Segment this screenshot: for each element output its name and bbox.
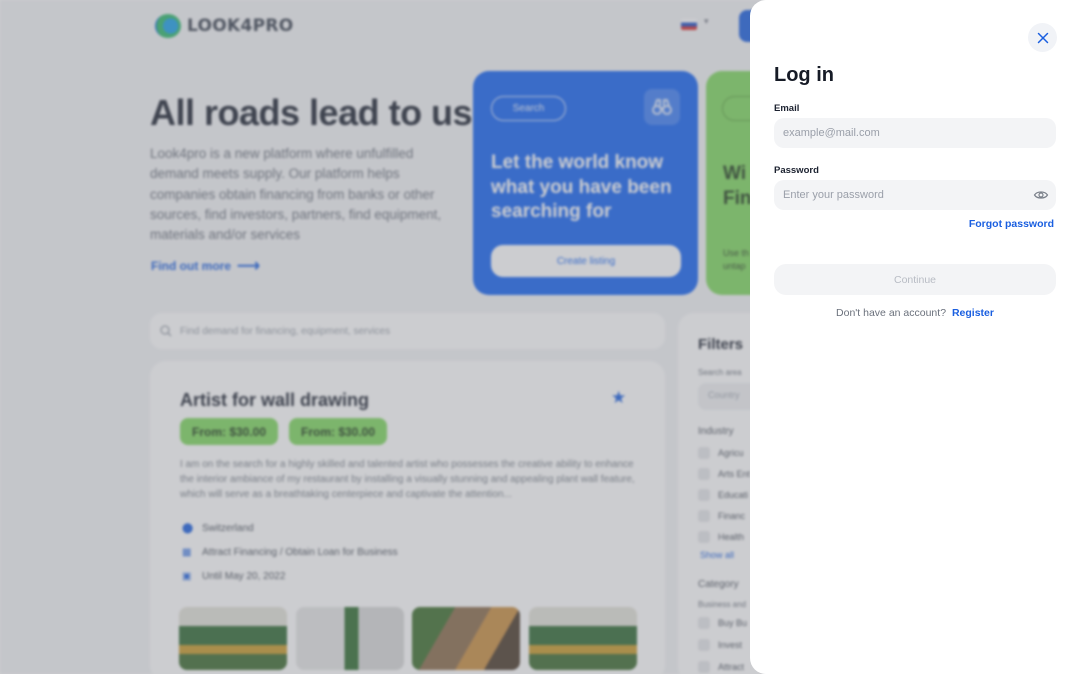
password-field[interactable] <box>774 180 1056 210</box>
no-account-text: Don't have an account? <box>836 307 947 319</box>
close-icon <box>1037 32 1048 43</box>
login-title: Log in <box>774 64 834 86</box>
register-prompt: Don't have an account? Register <box>750 307 1080 319</box>
password-label: Password <box>774 165 819 176</box>
show-password-toggle[interactable] <box>1033 187 1049 203</box>
eye-icon <box>1033 191 1049 199</box>
forgot-password-link[interactable]: Forgot password <box>969 218 1054 230</box>
email-label: Email <box>774 103 800 114</box>
continue-button[interactable]: Continue <box>774 264 1056 295</box>
register-link[interactable]: Register <box>952 307 994 319</box>
login-panel: Log in Email Password Forgot password Co… <box>750 0 1080 674</box>
email-field[interactable] <box>774 118 1056 148</box>
close-button[interactable] <box>1028 23 1057 52</box>
